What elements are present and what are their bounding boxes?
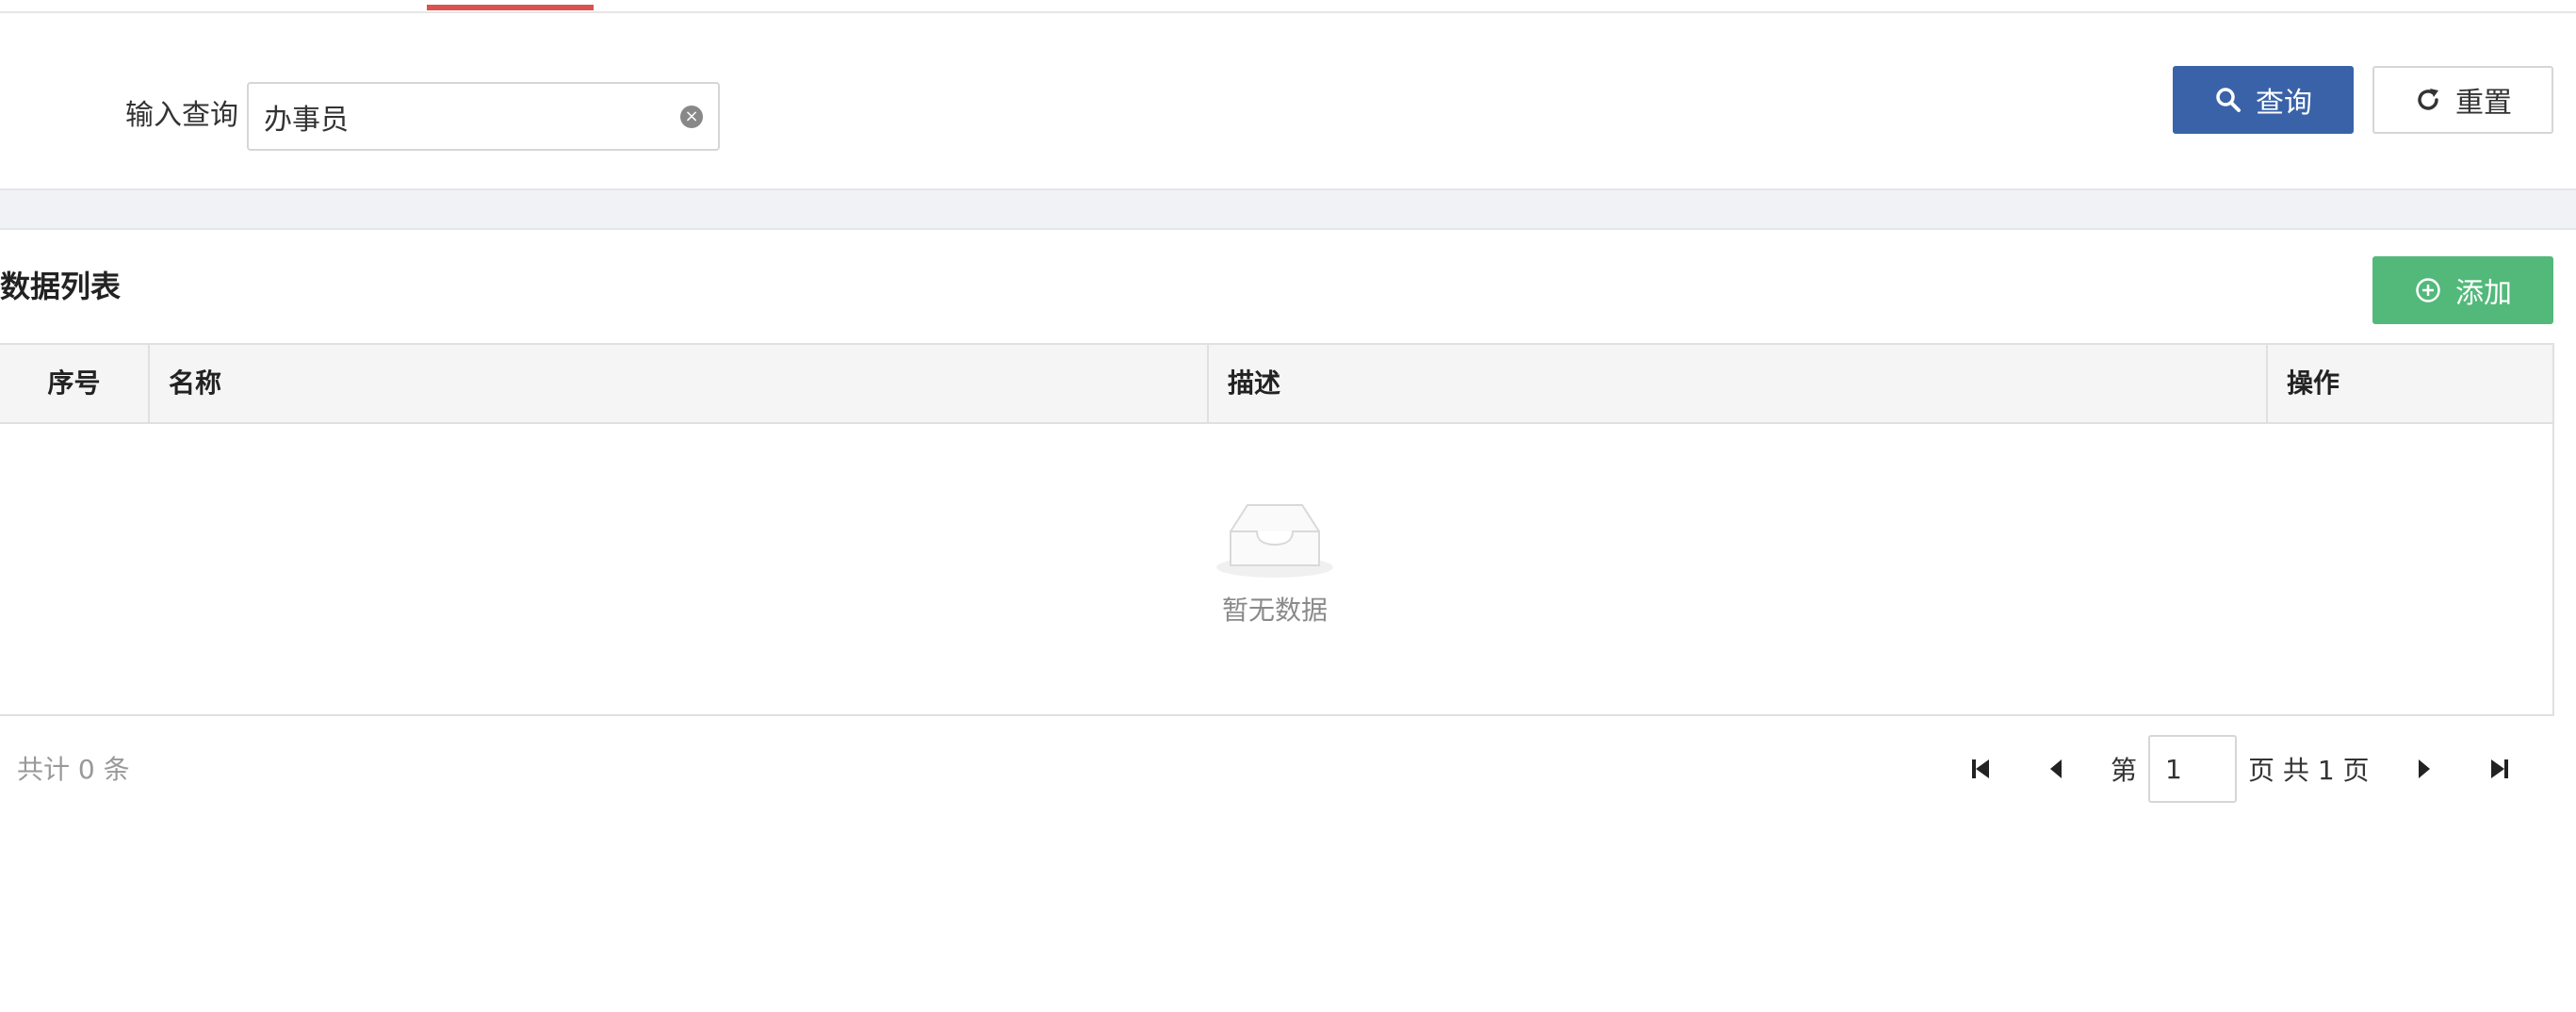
- query-label: 输入查询: [125, 99, 238, 132]
- next-page-button[interactable]: [2404, 748, 2445, 790]
- column-header-index[interactable]: 序号: [0, 345, 150, 422]
- query-input[interactable]: [249, 84, 654, 149]
- total-count: 共计 0 条: [17, 754, 130, 785]
- active-tab-indicator[interactable]: [427, 5, 594, 10]
- empty-state-text: 暂无数据: [1221, 595, 1328, 626]
- search-button-label: 查询: [2256, 87, 2312, 120]
- next-page-icon: [2418, 759, 2430, 778]
- section-divider: [0, 188, 2576, 230]
- refresh-icon: [2418, 89, 2438, 110]
- pagination: 第 页 共 1 页: [1960, 735, 2520, 803]
- empty-state: 暂无数据: [1181, 499, 1369, 628]
- clear-icon[interactable]: ×: [680, 106, 703, 128]
- empty-inbox-icon: [1216, 504, 1333, 578]
- column-header-actions[interactable]: 操作: [2268, 345, 2552, 422]
- table-header: 序号 名称 描述 操作: [0, 345, 2552, 424]
- column-header-name[interactable]: 名称: [150, 345, 1209, 422]
- page-prefix: 第: [2111, 755, 2138, 786]
- query-bar: 输入查询 × 查询 重置: [0, 13, 2576, 188]
- first-page-icon: [1972, 759, 1989, 778]
- last-page-icon: [2490, 759, 2508, 778]
- reset-button-label: 重置: [2455, 87, 2512, 120]
- page-suffix: 页 共 1 页: [2248, 755, 2370, 786]
- query-input-wrap: ×: [247, 82, 720, 151]
- column-header-description[interactable]: 描述: [1209, 345, 2268, 422]
- page-number-input[interactable]: [2148, 735, 2238, 803]
- reset-button[interactable]: 重置: [2372, 66, 2553, 134]
- data-table: 序号 名称 描述 操作 暂无数据: [0, 343, 2554, 716]
- last-page-button[interactable]: [2479, 748, 2520, 790]
- first-page-button[interactable]: [1960, 748, 2001, 790]
- prev-page-button[interactable]: [2035, 748, 2077, 790]
- search-icon: [2216, 88, 2241, 112]
- list-title: 数据列表: [0, 269, 122, 304]
- prev-page-icon: [2050, 759, 2062, 778]
- add-circle-icon: [2416, 278, 2440, 302]
- add-button-label: 添加: [2455, 277, 2512, 310]
- search-button[interactable]: 查询: [2173, 66, 2354, 134]
- add-button[interactable]: 添加: [2372, 256, 2553, 324]
- top-tab-strip: [0, 0, 2576, 13]
